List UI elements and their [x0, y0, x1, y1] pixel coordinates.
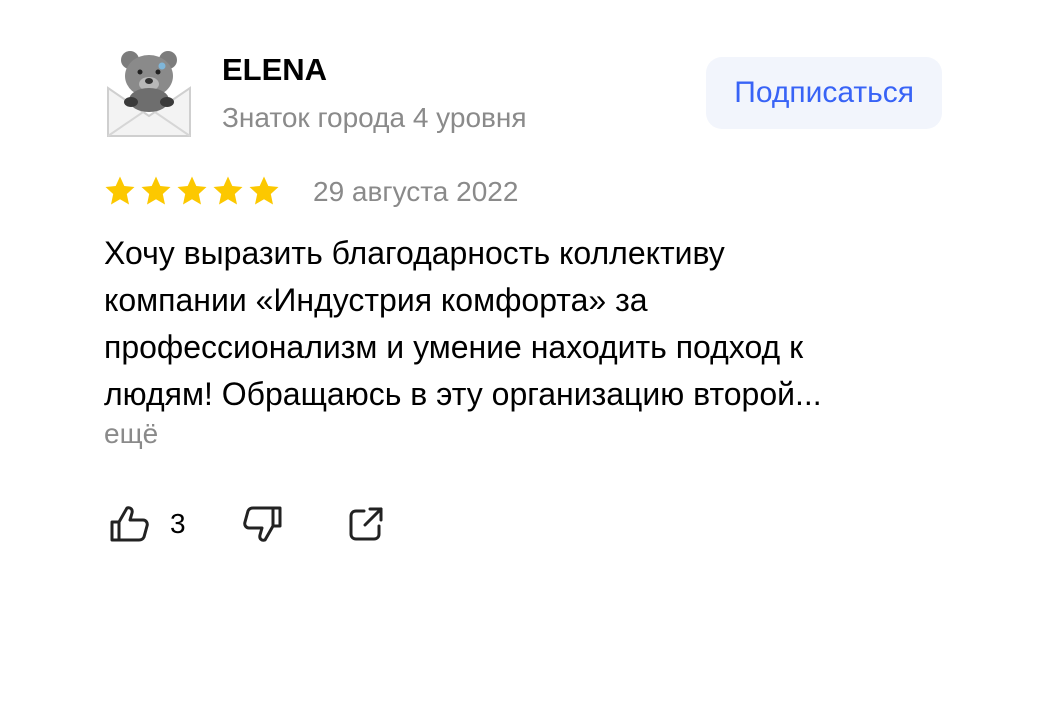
star-icon [177, 176, 207, 205]
review-text-line: Хочу выразить благодарность коллективу [104, 235, 725, 271]
review-text-line: профессионализм и умение находить подход… [104, 329, 804, 365]
author-name[interactable]: ELENA [222, 52, 327, 88]
review-text: Хочу выразить благодарность коллективу ко… [104, 230, 944, 418]
star-icon [213, 176, 243, 205]
thumbs-up-icon [110, 506, 149, 542]
dislike-button[interactable] [240, 499, 284, 549]
avatar[interactable] [104, 44, 194, 140]
subscribe-button[interactable]: Подписаться [706, 57, 942, 129]
like-button[interactable]: 3 [108, 499, 186, 549]
star-icon [249, 176, 279, 205]
review-card: ELENA Знаток города 4 уровня Подписаться… [104, 44, 944, 542]
thumbs-down-icon [243, 506, 282, 542]
review-meta: 29 августа 2022 [104, 172, 944, 212]
share-button[interactable] [344, 499, 388, 549]
star-icon [105, 176, 135, 205]
more-link[interactable]: ещё [104, 416, 158, 452]
share-icon [349, 507, 383, 541]
review-text-line: компании «Индустрия комфорта» за [104, 282, 648, 318]
review-date: 29 августа 2022 [313, 176, 519, 207]
review-text-line: людям! Обращаюсь в эту организацию второ… [104, 376, 822, 412]
author-level: Знаток города 4 уровня [222, 102, 527, 133]
rating-stars [104, 175, 284, 209]
review-header: ELENA Знаток города 4 уровня Подписаться [104, 44, 944, 144]
like-count: 3 [170, 508, 186, 539]
star-icon [141, 176, 171, 205]
review-actions: 3 [104, 499, 504, 549]
